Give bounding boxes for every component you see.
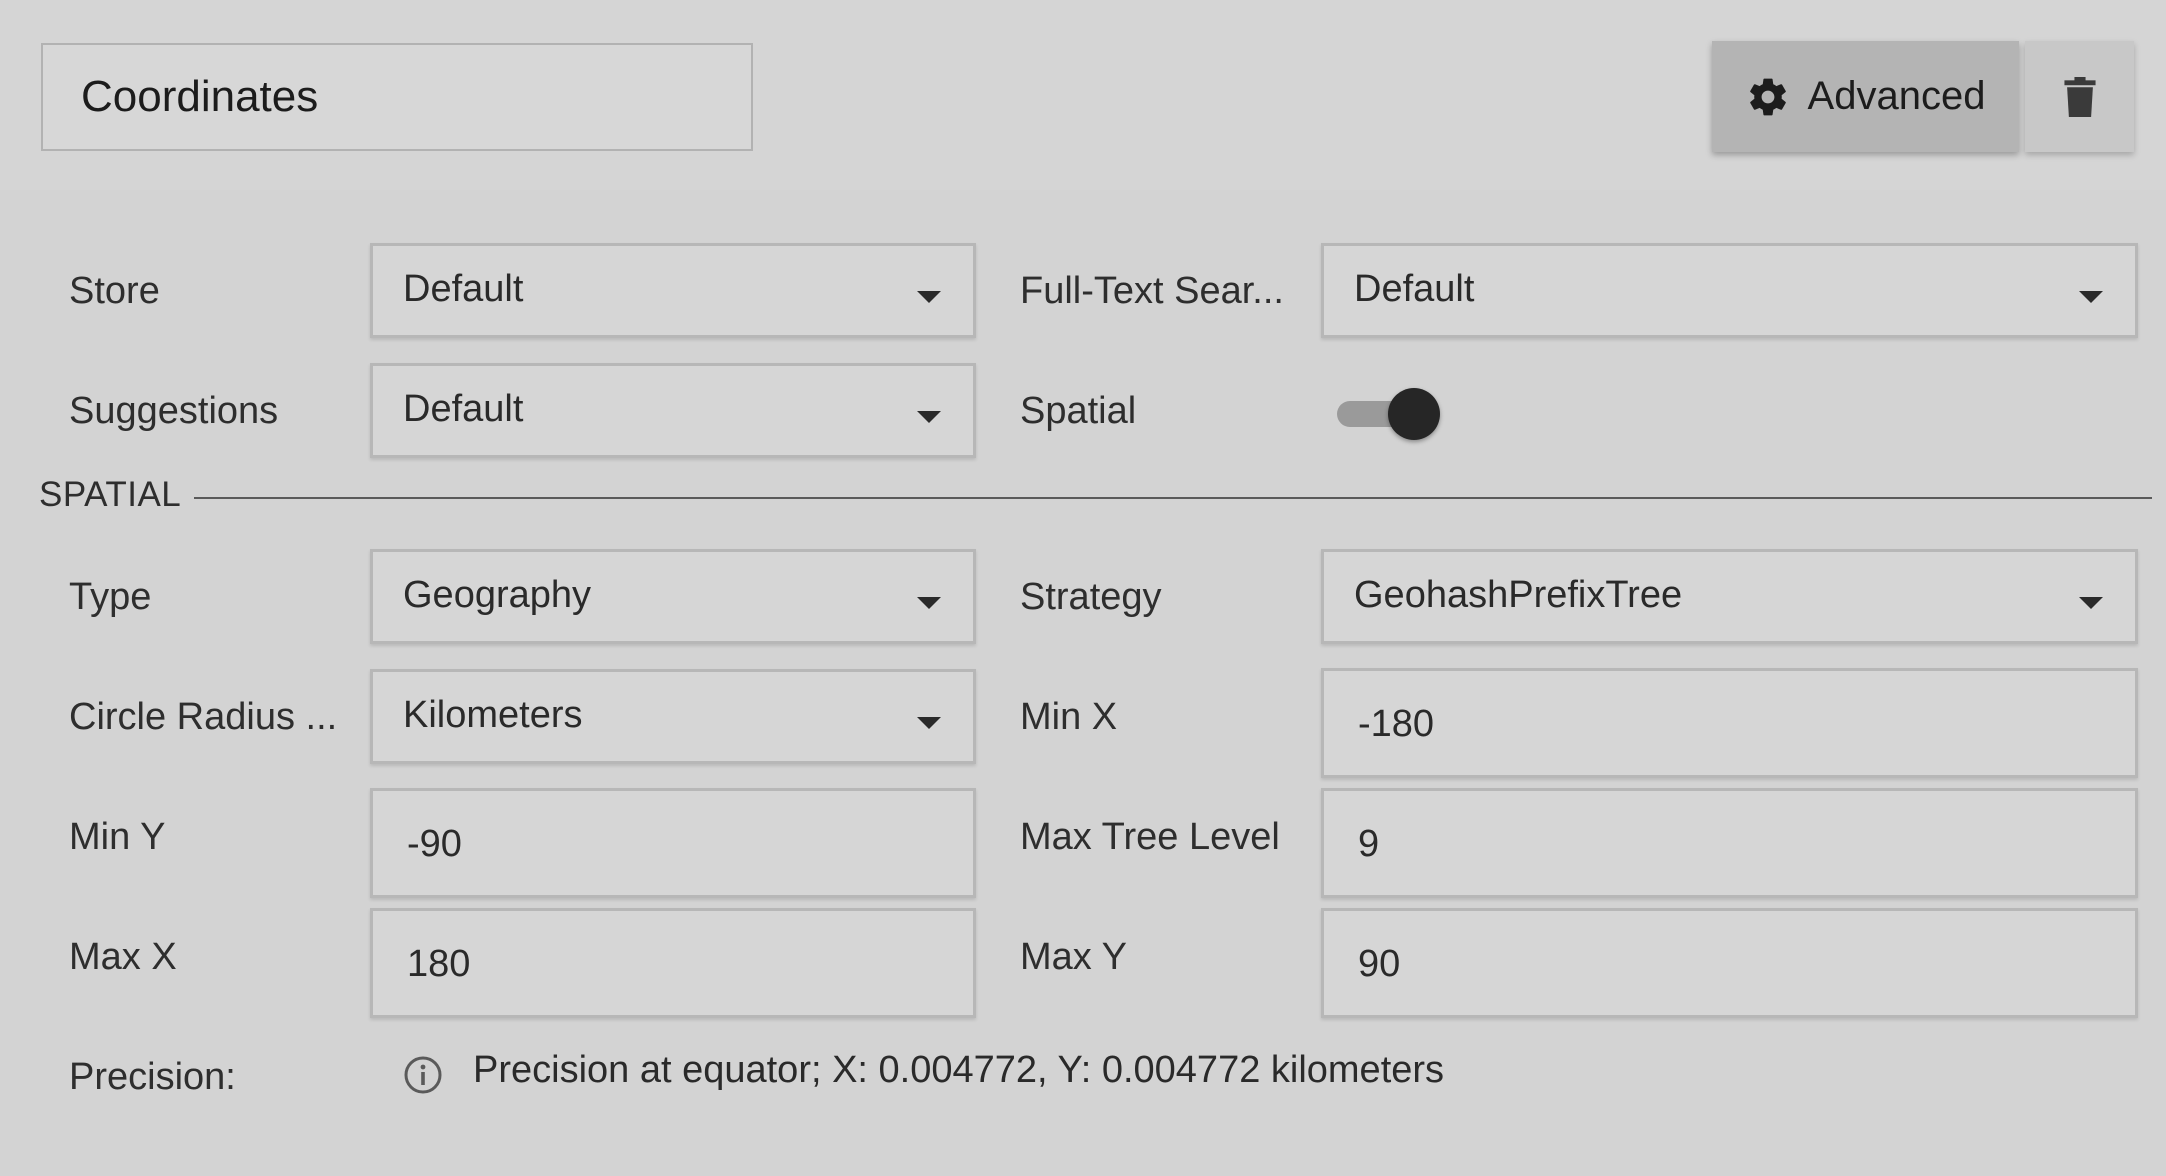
full-text-search-label: Full-Text Sear... <box>1020 270 1284 312</box>
precision-label: Precision: <box>69 1056 236 1098</box>
spatial-section-title: SPATIAL <box>39 475 182 514</box>
min-x-label: Min X <box>1020 696 1118 738</box>
chevron-down-icon <box>917 717 941 729</box>
chevron-down-icon <box>917 597 941 609</box>
chevron-down-icon <box>2079 291 2103 303</box>
strategy-select-value: GeohashPrefixTree <box>1354 574 1683 616</box>
max-y-label: Max Y <box>1020 936 1128 978</box>
delete-button[interactable] <box>2025 41 2134 152</box>
max-x-label: Max X <box>69 936 177 978</box>
suggestions-select[interactable]: Default <box>370 363 976 458</box>
max-tree-level-input[interactable]: 9 <box>1321 788 2138 898</box>
advanced-button-label: Advanced <box>1807 74 1986 118</box>
section-divider <box>194 497 2152 499</box>
min-y-label: Min Y <box>69 816 166 858</box>
suggestions-select-value: Default <box>403 388 524 430</box>
spatial-toggle[interactable] <box>1337 388 1440 442</box>
full-text-search-select-value: Default <box>1354 268 1475 310</box>
suggestions-label: Suggestions <box>69 390 279 432</box>
type-label: Type <box>69 576 152 618</box>
info-icon <box>404 1056 442 1094</box>
spatial-label: Spatial <box>1020 390 1137 432</box>
advanced-button[interactable]: Advanced <box>1712 41 2019 152</box>
trash-icon <box>2063 76 2096 117</box>
circle-radius-units-select[interactable]: Kilometers <box>370 669 976 764</box>
gear-icon <box>1749 78 1786 115</box>
strategy-select[interactable]: GeohashPrefixTree <box>1321 549 2138 644</box>
circle-radius-units-label: Circle Radius ... <box>69 696 338 738</box>
toggle-thumb <box>1388 388 1440 440</box>
max-tree-level-label: Max Tree Level <box>1020 816 1280 858</box>
min-x-input[interactable]: -180 <box>1321 668 2138 778</box>
full-text-search-select[interactable]: Default <box>1321 243 2138 338</box>
chevron-down-icon <box>917 291 941 303</box>
store-label: Store <box>69 270 160 312</box>
field-name-input[interactable]: Coordinates <box>41 43 753 151</box>
min-y-input[interactable]: -90 <box>370 788 976 898</box>
precision-text: Precision at equator; X: 0.004772, Y: 0.… <box>473 1049 1445 1091</box>
strategy-label: Strategy <box>1020 576 1162 618</box>
circle-radius-units-select-value: Kilometers <box>403 694 583 736</box>
chevron-down-icon <box>2079 597 2103 609</box>
max-x-input[interactable]: 180 <box>370 908 976 1018</box>
store-select[interactable]: Default <box>370 243 976 338</box>
type-select[interactable]: Geography <box>370 549 976 644</box>
type-select-value: Geography <box>403 574 592 616</box>
chevron-down-icon <box>917 411 941 423</box>
store-select-value: Default <box>403 268 524 310</box>
max-y-input[interactable]: 90 <box>1321 908 2138 1018</box>
